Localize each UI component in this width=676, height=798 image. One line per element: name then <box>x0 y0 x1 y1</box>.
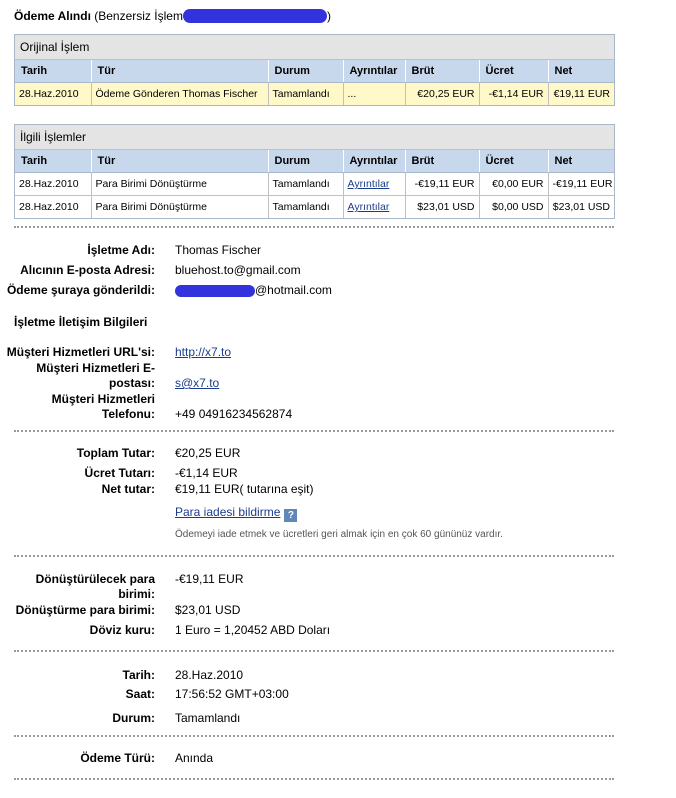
divider <box>14 430 614 432</box>
refund-link[interactable]: Para iadesi bildirme <box>175 505 280 519</box>
service-email-label: Müşteri Hizmetleri E-postası: <box>36 361 155 390</box>
table-row: 28.Haz.2010 Para Birimi Dönüştürme Tamam… <box>15 195 614 218</box>
col-tarih: Tarih <box>15 60 92 83</box>
payment-type-label: Ödeme Türü: <box>80 751 155 765</box>
cell-net: €19,11 EUR <box>548 82 614 105</box>
sent-to-label: Ödeme şuraya gönderildi: <box>6 283 155 297</box>
col-ucret: Ücret <box>479 60 549 83</box>
sent-to-value: @hotmail.com <box>175 283 332 298</box>
cell-type: Ödeme Gönderen Thomas Fischer <box>91 82 269 105</box>
recipient-email-label: Alıcının E-posta Adresi: <box>20 263 155 277</box>
divider <box>14 226 614 228</box>
redacted-email <box>175 285 255 297</box>
service-url-link[interactable]: http://x7.to <box>175 345 231 360</box>
cell-fee: $0,00 USD <box>479 195 549 218</box>
exchange-rate-label: Döviz kuru: <box>89 623 155 637</box>
service-phone-label: Müşteri Hizmetleri Telefonu: <box>51 392 155 421</box>
divider <box>14 555 614 557</box>
net-label: Net tutar: <box>101 482 155 496</box>
cell-date: 28.Haz.2010 <box>15 82 92 105</box>
cell-status: Tamamlandı <box>268 172 344 196</box>
col-net: Net <box>548 60 614 83</box>
col-ayrintilar: Ayrıntılar <box>343 60 406 83</box>
original-transaction-heading: Orijinal İşlem <box>15 35 614 60</box>
total-label: Toplam Tutar: <box>76 446 155 460</box>
time-value: 17:56:52 GMT+03:00 <box>175 687 289 701</box>
table-row: 28.Haz.2010 Ödeme Gönderen Thomas Fische… <box>15 82 614 105</box>
date-value: 28.Haz.2010 <box>175 668 244 682</box>
cell-type: Para Birimi Dönüştürme <box>91 195 269 218</box>
related-transactions-heading: İlgili İşlemler <box>15 125 614 150</box>
related-transactions-panel: İlgili İşlemler Tarih Tür Durum Ayrıntıl… <box>14 124 615 219</box>
col-durum: Durum <box>268 150 344 173</box>
details-link[interactable]: Ayrıntılar <box>348 178 390 190</box>
cell-details: Ayrıntılar <box>343 172 406 196</box>
status-label: Durum: <box>112 711 155 725</box>
cell-gross: -€19,11 EUR <box>405 172 480 196</box>
col-tarih: Tarih <box>15 150 92 173</box>
payment-type-value: Anında <box>175 751 214 765</box>
table-header-row: Tarih Tür Durum Ayrıntılar Brüt Ücret Ne… <box>15 60 614 83</box>
col-ayrintilar: Ayrıntılar <box>343 150 406 173</box>
date-label: Tarih: <box>122 668 155 682</box>
cell-date: 28.Haz.2010 <box>15 195 92 218</box>
fee-label: Ücret Tutarı: <box>84 466 155 480</box>
total-value: €20,25 EUR <box>175 446 241 460</box>
col-brut: Brüt <box>405 60 480 83</box>
related-transactions-table: Tarih Tür Durum Ayrıntılar Brüt Ücret Ne… <box>15 150 614 218</box>
cell-type: Para Birimi Dönüştürme <box>91 172 269 196</box>
convert-to-value: $23,01 USD <box>175 603 241 617</box>
convert-from-value: -€19,11 EUR <box>175 572 244 586</box>
convert-from-label: Dönüştürülecek para birimi: <box>35 572 155 601</box>
details-link[interactable]: Ayrıntılar <box>348 201 390 213</box>
table-header-row: Tarih Tür Durum Ayrıntılar Brüt Ücret Ne… <box>15 150 614 173</box>
cell-gross: €20,25 EUR <box>405 82 480 105</box>
original-transaction-panel: Orijinal İşlem Tarih Tür Durum Ayrıntıla… <box>14 34 615 106</box>
exchange-rate-value: 1 Euro = 1,20452 ABD Doları <box>175 623 331 637</box>
table-row: 28.Haz.2010 Para Birimi Dönüştürme Tamam… <box>15 172 614 196</box>
time-label: Saat: <box>125 687 155 701</box>
col-net: Net <box>548 150 614 173</box>
status-value: Tamamlandı <box>175 711 241 725</box>
col-tur: Tür <box>91 60 269 83</box>
cell-fee: -€1,14 EUR <box>479 82 549 105</box>
col-ucret: Ücret <box>479 150 549 173</box>
cell-gross: $23,01 USD <box>405 195 480 218</box>
cell-date: 28.Haz.2010 <box>15 172 92 196</box>
cell-fee: €0,00 EUR <box>479 172 549 196</box>
divider <box>14 735 614 737</box>
refund-note: Ödemeyi iade etmek ve ücretleri geri alm… <box>175 529 503 540</box>
business-name-label: İşletme Adı: <box>87 243 155 257</box>
recipient-email-value: bluehost.to@gmail.com <box>175 263 301 277</box>
col-tur: Tür <box>91 150 269 173</box>
original-transaction-table: Tarih Tür Durum Ayrıntılar Brüt Ücret Ne… <box>15 60 614 105</box>
service-email-link[interactable]: s@x7.to <box>175 376 219 391</box>
title-rest: (Benzersiz İşlem <box>94 9 183 23</box>
business-name-value: Thomas Fischer <box>175 243 262 257</box>
contact-heading: İşletme İletişim Bilgileri <box>14 315 148 329</box>
title-bold: Ödeme Alındı <box>14 9 91 23</box>
cell-details[interactable]: ... <box>343 82 406 105</box>
redacted-transaction-id <box>182 9 327 23</box>
cell-status: Tamamlandı <box>268 82 344 105</box>
service-url-label: Müşteri Hizmetleri URL'si: <box>6 345 155 359</box>
fee-value: -€1,14 EUR <box>175 466 238 480</box>
divider <box>14 778 614 780</box>
cell-net: -€19,11 EUR <box>548 172 614 196</box>
convert-to-label: Dönüştürme para birimi: <box>15 603 155 617</box>
service-phone-value: +49 04916234562874 <box>175 407 293 421</box>
cell-details: Ayrıntılar <box>343 195 406 218</box>
col-brut: Brüt <box>405 150 480 173</box>
col-durum: Durum <box>268 60 344 83</box>
cell-net: $23,01 USD <box>552 201 610 213</box>
net-value: €19,11 EUR( tutarına eşit) <box>175 482 314 496</box>
page-title: Ödeme Alındı (Benzersiz İşlem) <box>14 9 331 23</box>
cell-status: Tamamlandı <box>268 195 344 218</box>
help-icon[interactable]: ? <box>284 509 298 522</box>
divider <box>14 650 614 652</box>
